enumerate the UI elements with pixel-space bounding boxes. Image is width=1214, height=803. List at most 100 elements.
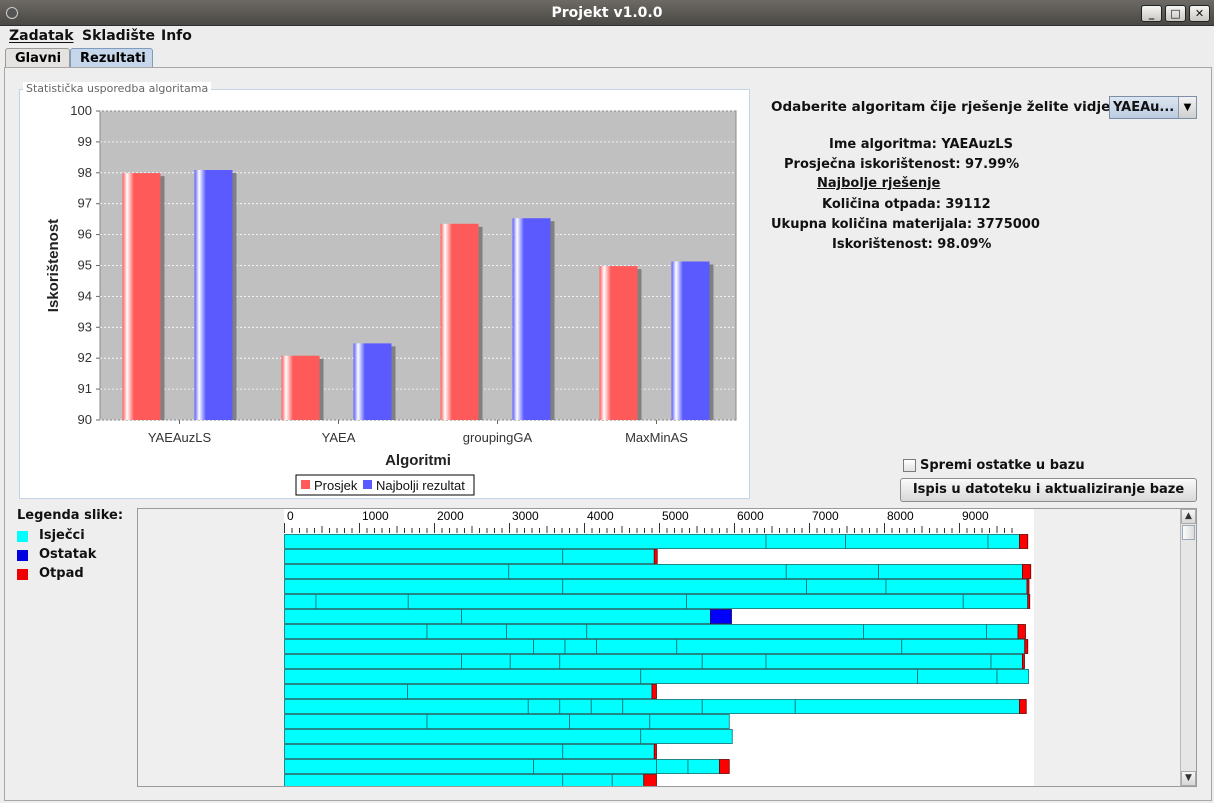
cut-piece [284, 759, 534, 774]
ruler-label: 3000 [512, 509, 539, 523]
y-tick-label: 95 [78, 258, 92, 273]
cut-piece [509, 654, 561, 669]
ruler-label: 6000 [737, 509, 764, 523]
tab-glavni[interactable]: Glavni [5, 48, 70, 68]
cut-piece [564, 639, 597, 654]
cutting-row [284, 744, 657, 759]
ostatak-swatch [17, 550, 28, 561]
menu-skladiste[interactable]: Skladište [82, 28, 155, 44]
waste-piece [1019, 699, 1027, 714]
chart-panel-caption: Statistička usporedba algoritama [23, 82, 212, 95]
waste-piece [643, 774, 657, 786]
bar-groupingGA-1 [512, 218, 551, 420]
waste-piece [653, 549, 658, 564]
cut-piece [686, 594, 964, 609]
legend-ostatak: Ostatak [39, 547, 97, 562]
y-tick-label: 99 [78, 134, 92, 149]
cut-piece [785, 564, 879, 579]
cut-piece [765, 654, 992, 669]
bar-groupingGA-0 [440, 223, 479, 420]
close-button[interactable]: ✕ [1189, 5, 1210, 22]
save-remnants-label: Spremi ostatke u bazu [920, 458, 1085, 473]
average-utilization: Prosječna iskorištenost: 97.99% [784, 157, 1020, 172]
waste-amount: Količina otpada: 39112 [822, 197, 991, 212]
window-title: Projekt v1.0.0 [551, 5, 663, 21]
scroll-up-icon[interactable]: ▲ [1181, 509, 1196, 524]
y-tick-label: 98 [78, 165, 92, 180]
cut-piece [407, 594, 687, 609]
waste-piece [1026, 579, 1030, 594]
total-material: Ukupna količina materijala: 3775000 [771, 217, 1040, 232]
waste-piece [653, 744, 657, 759]
cut-piece [562, 744, 655, 759]
ruler-label: 5000 [662, 509, 689, 523]
ruler-label: 8000 [887, 509, 914, 523]
ruler-label: 4000 [587, 509, 614, 523]
legend-isjecci: Isječci [39, 528, 85, 543]
vertical-scrollbar[interactable] [1180, 509, 1196, 786]
export-update-button[interactable]: Ispis u datoteku i aktualiziranje baze [900, 478, 1197, 502]
scroll-down-icon[interactable]: ▼ [1181, 771, 1196, 786]
cut-piece [885, 579, 1028, 594]
cut-piece [533, 759, 657, 774]
cut-piece [407, 684, 653, 699]
cut-piece [533, 639, 566, 654]
cut-piece [562, 774, 613, 786]
cut-piece [611, 774, 645, 786]
cut-piece [284, 744, 564, 759]
menu-zadatak[interactable]: Zadatak [9, 28, 74, 44]
save-remnants-checkbox[interactable] [903, 459, 916, 472]
legend-otpad: Otpad [39, 566, 84, 581]
best-solution-heading: Najbolje rješenje [817, 176, 941, 191]
bar-YAEAuzLS-1 [194, 170, 233, 420]
minimize-button[interactable]: _ [1141, 5, 1162, 22]
cut-piece [878, 564, 1023, 579]
algorithm-name: Ime algoritma: YAEAuzLS [829, 137, 1013, 152]
x-tick-label: MaxMinAS [625, 430, 688, 445]
menu-info[interactable]: Info [161, 28, 192, 44]
bar-YAEA-0 [281, 355, 320, 420]
cutting-row [284, 699, 1027, 714]
cutting-row [284, 579, 1030, 594]
remnant-piece [710, 609, 732, 624]
waste-piece [1022, 654, 1025, 669]
cut-piece [284, 534, 767, 549]
legend-label: Prosjek [314, 478, 358, 493]
cut-piece [701, 699, 796, 714]
ruler-label: 1000 [362, 509, 389, 523]
bar-chart: 90 91 92 93 94 95 96 97 98 99 100 YAEAuzLS YAEA group… [45, 103, 737, 496]
tab-rezultati[interactable]: Rezultati [70, 48, 153, 69]
cut-piece [990, 654, 1023, 669]
cut-piece [284, 774, 564, 786]
cut-piece [649, 714, 730, 729]
cutting-row [284, 774, 657, 786]
cut-piece [656, 759, 689, 774]
waste-piece [719, 759, 730, 774]
scrollbar-thumb[interactable] [1182, 525, 1195, 540]
cut-piece [596, 639, 678, 654]
cut-piece [765, 534, 846, 549]
cut-piece [676, 639, 903, 654]
cut-piece [284, 699, 529, 714]
cutting-row [284, 669, 1029, 684]
cutting-row [284, 684, 657, 699]
legend-swatch [363, 480, 372, 489]
waste-piece [1027, 594, 1031, 609]
best-utilization: Iskorištenost: 98.09% [832, 237, 992, 252]
cut-piece [962, 594, 1029, 609]
cut-piece [794, 699, 1020, 714]
legend-label: Najbolji rezultat [376, 478, 465, 493]
waste-piece [651, 684, 657, 699]
x-tick-label: YAEA [322, 430, 356, 445]
y-tick-label: 94 [78, 288, 92, 303]
cut-piece [461, 609, 711, 624]
cut-piece [562, 579, 807, 594]
chart-legend: Prosjek Najbolji rezultat [295, 474, 475, 496]
maximize-button[interactable]: □ [1165, 5, 1186, 22]
algorithm-select-prompt: Odaberite algoritam čije rješenje želite… [771, 99, 1127, 115]
cutting-row [284, 564, 1032, 579]
chevron-down-icon[interactable]: ▼ [1178, 97, 1196, 118]
cut-piece [508, 564, 787, 579]
y-tick-label: 91 [78, 381, 92, 396]
cut-piece [284, 549, 564, 564]
